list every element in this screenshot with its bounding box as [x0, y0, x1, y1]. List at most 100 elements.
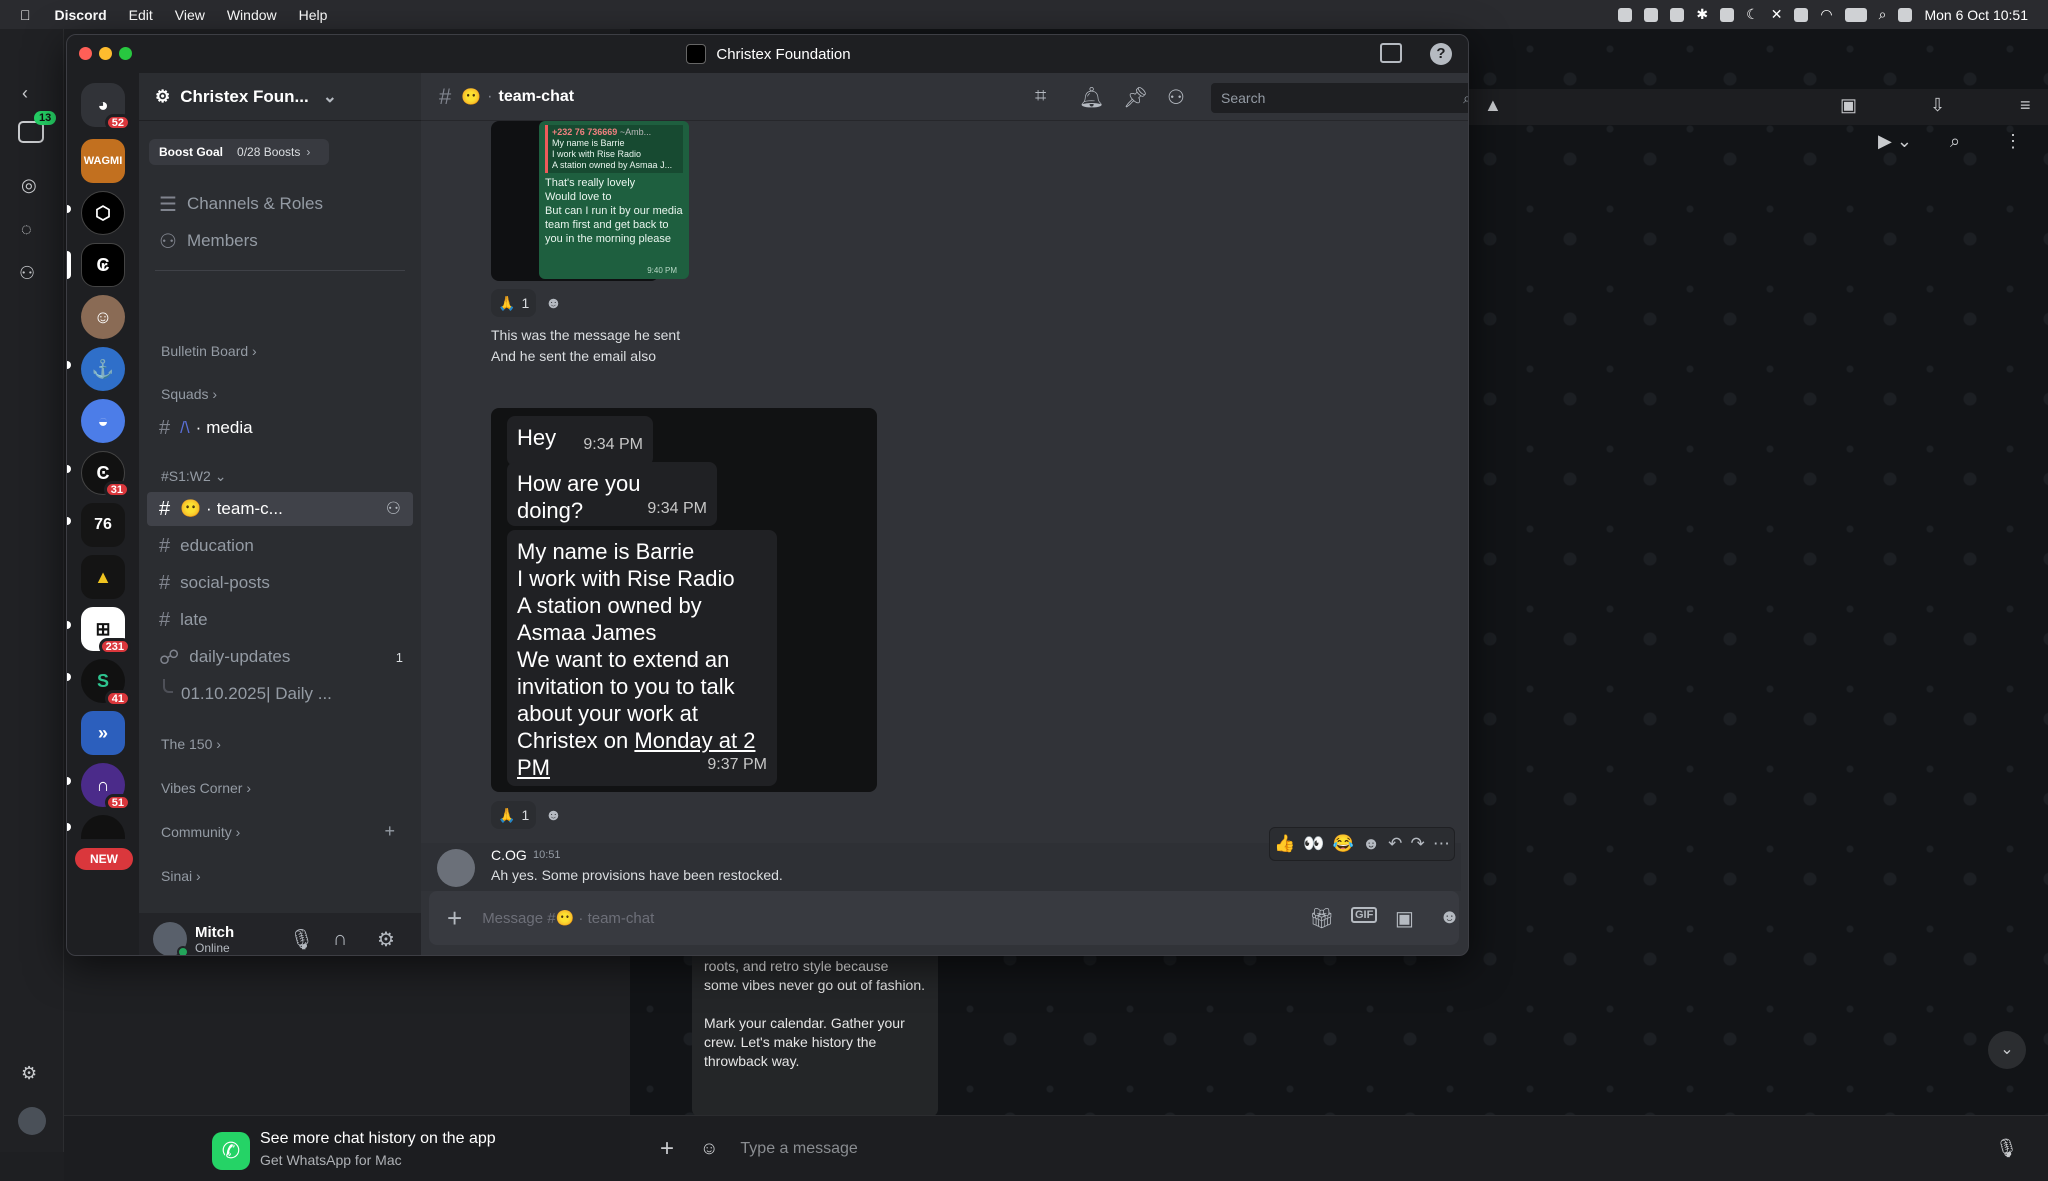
server-icon-magnet[interactable]: ∩ 51	[81, 763, 131, 811]
channel-team-chat[interactable]: # 😶 · team-c... ⚇	[147, 492, 413, 526]
search-input[interactable]: Search ⌕	[1211, 83, 1468, 113]
browser-icon[interactable]: ▲	[1484, 95, 1502, 116]
menu-help[interactable]: Help	[299, 7, 328, 23]
help-icon[interactable]: ?	[1430, 43, 1452, 65]
gif-icon[interactable]: GIF	[1351, 907, 1378, 923]
headphones-icon[interactable]: ∩	[333, 928, 347, 951]
apple-icon[interactable]: 	[20, 7, 31, 23]
members-link[interactable]: ⚇ Members	[147, 224, 413, 258]
channel-social-posts[interactable]: # social-posts	[147, 566, 413, 600]
emoji-icon[interactable]: ☻	[1439, 906, 1460, 929]
profile-avatar[interactable]	[18, 1107, 46, 1135]
wa-message-input[interactable]: Type a message	[740, 1140, 857, 1158]
author-name[interactable]: C.OG	[491, 847, 527, 863]
pinned-messages-icon[interactable]: 📌︎	[1123, 85, 1148, 110]
upload-plus-icon[interactable]: +	[447, 903, 462, 934]
server-icon-arrow[interactable]: »	[81, 711, 125, 755]
inbox-icon[interactable]	[1380, 43, 1402, 63]
threads-icon[interactable]: ⌗	[1035, 85, 1046, 108]
menu-datetime[interactable]: Mon 6 Oct 10:51	[1924, 7, 2028, 23]
server-icon-christex[interactable]: ₢	[81, 243, 125, 287]
settings-icon[interactable]: ⚙	[21, 1063, 37, 1084]
status-icon[interactable]	[1618, 7, 1633, 22]
server-icon-people[interactable]: ☺	[81, 295, 125, 339]
zoom-window-button[interactable]	[119, 47, 132, 60]
bluetooth-icon[interactable]: ✱	[1696, 6, 1708, 23]
direct-messages-icon[interactable]: ◕ 52	[81, 83, 131, 131]
menu-icon[interactable]: ≡	[2020, 95, 2031, 116]
channel-daily-updates[interactable]: ☍ daily-updates 1	[147, 640, 413, 674]
server-icon-76[interactable]: 76	[81, 503, 125, 547]
spotlight-icon[interactable]: ⌕	[1879, 6, 1887, 23]
server-icon-triangle[interactable]: ▲	[81, 555, 125, 599]
get-app-banner[interactable]: ✆ See more chat history on the app Get W…	[64, 1115, 630, 1181]
quick-reaction-eyes[interactable]: 👀	[1303, 834, 1324, 854]
more-options-icon[interactable]: ⋮	[2004, 131, 2022, 152]
status-icon[interactable]	[1670, 7, 1685, 22]
category-sinai[interactable]: Sinai ›	[161, 868, 201, 884]
add-reaction-icon[interactable]: ☻	[1362, 834, 1380, 854]
moon-icon[interactable]: ☾	[1746, 6, 1759, 23]
server-icon-chat[interactable]: ◒	[81, 399, 125, 443]
reply-icon[interactable]: ↶	[1388, 834, 1402, 854]
whatsapp-screenshot-attachment[interactable]: +232 76 736669 ~Amb... My name is Barrie…	[491, 121, 689, 281]
more-icon[interactable]: ⋯	[1433, 834, 1450, 854]
download-icon[interactable]: ⇩	[1930, 95, 1945, 116]
wifi-icon[interactable]: ◠	[1820, 6, 1832, 23]
user-avatar[interactable]	[153, 922, 189, 955]
forward-icon[interactable]: ↷	[1411, 834, 1425, 854]
server-icon-partial[interactable]	[81, 815, 125, 839]
search-icon[interactable]: ⌕	[1950, 131, 1960, 152]
server-icon-anchor[interactable]: ⚓	[81, 347, 125, 391]
add-reaction-icon[interactable]: ☻	[545, 295, 562, 313]
server-icon-wagmi[interactable]: WAGMI	[81, 139, 125, 183]
message-composer[interactable]: + Message #😶 · team-chat 🎁︎ GIF ▣ ☻ 🎮︎	[429, 891, 1460, 945]
communities-icon[interactable]: ⚇	[19, 263, 35, 284]
chats-icon[interactable]: 13	[18, 111, 57, 143]
menu-edit[interactable]: Edit	[129, 7, 153, 23]
extension-icon[interactable]: ▣	[1840, 95, 1857, 116]
status-icon[interactable]	[1720, 7, 1735, 22]
add-reaction-icon[interactable]: ☻	[545, 807, 562, 825]
server-icon-ring[interactable]: Ͼ 31	[81, 451, 130, 498]
channels-icon[interactable]: ◌	[21, 219, 32, 240]
attach-icon[interactable]: +	[660, 1135, 674, 1163]
category-the-150[interactable]: The 150 ›	[161, 736, 221, 752]
server-icon-box[interactable]: ⊞ 231	[81, 607, 131, 655]
status-icon[interactable]	[1644, 7, 1659, 22]
message-input[interactable]: Message #😶 · team-chat	[482, 909, 654, 927]
add-channel-icon[interactable]: +	[384, 821, 395, 842]
control-center-icon[interactable]	[1898, 7, 1913, 22]
new-unreads-badge[interactable]: NEW	[75, 848, 133, 870]
sticker-icon[interactable]: ☺	[700, 1138, 718, 1159]
member-list-icon[interactable]: ⚇	[1167, 85, 1185, 110]
user-settings-icon[interactable]: ⚙	[377, 927, 395, 952]
reaction-pray[interactable]: 🙏 1	[491, 801, 537, 829]
boost-goal[interactable]: Boost Goal 0/28 Boosts ›	[149, 139, 329, 165]
server-icon-cube[interactable]: ⬡	[81, 191, 125, 235]
author-avatar[interactable]	[437, 849, 475, 887]
minimize-window-button[interactable]	[99, 47, 112, 60]
add-member-icon[interactable]: ⚇	[386, 499, 401, 519]
thread-daily-update[interactable]: 01.10.2025| Daily ...	[147, 677, 413, 711]
scroll-down-icon[interactable]: ⌄	[1988, 1031, 2026, 1069]
mic-icon[interactable]: 🎙	[1995, 1138, 2018, 1159]
channel-education[interactable]: # education	[147, 529, 413, 563]
notification-bell-icon[interactable]: 🔔︎	[1079, 85, 1104, 110]
channels-roles-link[interactable]: ☰ Channels & Roles	[147, 187, 413, 221]
server-icon-s[interactable]: S 41	[81, 659, 131, 707]
whatsapp-screenshot-attachment[interactable]: Hey 9:34 PM How are you doing? 9:34 PM M…	[491, 408, 877, 792]
mute-icon[interactable]: ✕	[1771, 6, 1783, 23]
channel-late[interactable]: # late	[147, 603, 413, 637]
status-icon[interactable]: ◎	[21, 175, 37, 196]
video-call-icon[interactable]: ▶ ⌄	[1878, 131, 1912, 152]
reaction-pray[interactable]: 🙏 1	[491, 289, 537, 317]
sticker-icon[interactable]: ▣	[1395, 906, 1414, 931]
server-header[interactable]: ⚙ Christex Foun... ⌄	[139, 73, 421, 121]
category-vibes-corner[interactable]: Vibes Corner ›	[161, 780, 251, 796]
quick-reaction-thumbs[interactable]: 👍	[1274, 834, 1295, 854]
battery-icon[interactable]	[1844, 7, 1867, 22]
close-window-button[interactable]	[79, 47, 92, 60]
microphone-icon[interactable]: 🎙	[289, 927, 314, 952]
category-bulletin-board[interactable]: Bulletin Board ›	[161, 343, 257, 359]
